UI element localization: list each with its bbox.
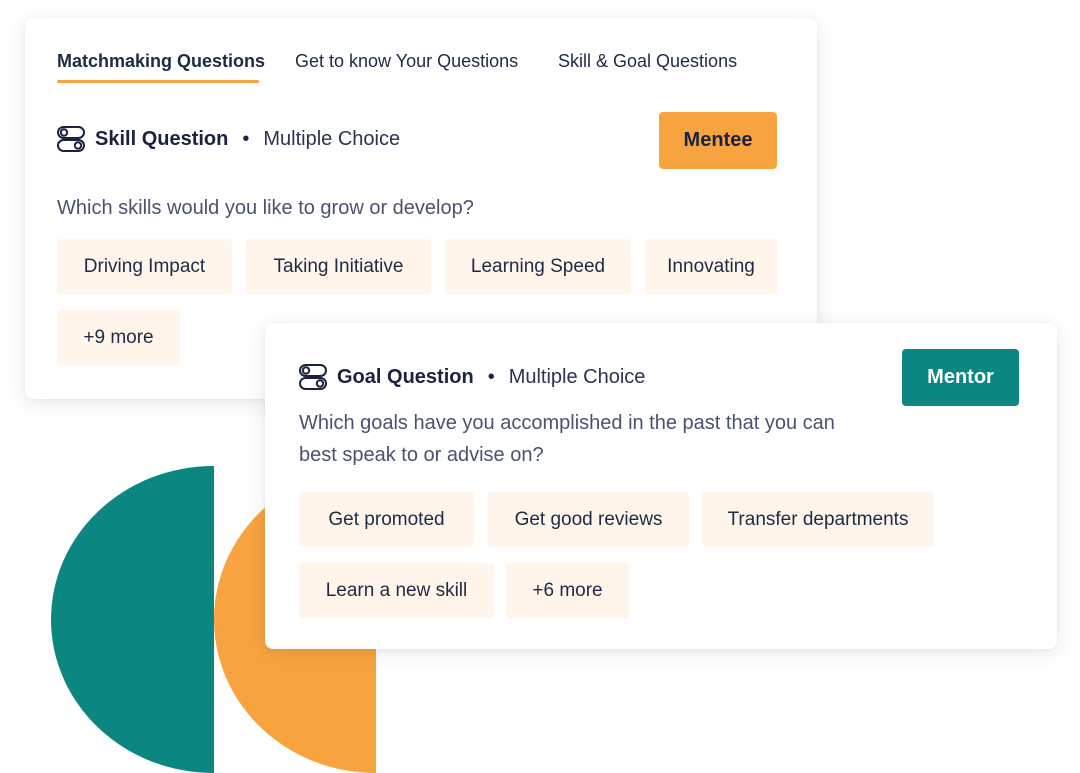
- tab-skill-goal-questions[interactable]: Skill & Goal Questions: [558, 51, 737, 82]
- mentor-button[interactable]: Mentor: [902, 349, 1019, 406]
- goal-question-header: Goal Question • Multiple Choice: [299, 364, 645, 390]
- skill-question-title: Skill Question: [95, 127, 229, 150]
- skill-question-header: Skill Question • Multiple Choice: [57, 126, 400, 152]
- goal-question-card: Goal Question • Multiple Choice Mentor W…: [265, 323, 1057, 649]
- goal-option-learn-new-skill[interactable]: Learn a new skill: [299, 563, 494, 618]
- skill-question-type: Multiple Choice: [263, 127, 401, 150]
- goal-option-transfer-departments[interactable]: Transfer departments: [702, 492, 934, 547]
- tab-get-to-know-your-questions[interactable]: Get to know Your Questions: [295, 51, 518, 82]
- goal-option-get-promoted[interactable]: Get promoted: [299, 492, 474, 547]
- goal-option-get-good-reviews[interactable]: Get good reviews: [488, 492, 689, 547]
- skill-option-learning-speed[interactable]: Learning Speed: [445, 239, 631, 294]
- separator-dot: •: [487, 365, 495, 388]
- toggle-icon: [299, 364, 327, 390]
- goal-option-more[interactable]: +6 more: [506, 563, 629, 618]
- skill-option-innovating[interactable]: Innovating: [645, 239, 777, 294]
- separator-dot: •: [242, 127, 250, 150]
- decorative-teal-half-circle: [51, 466, 214, 773]
- skill-option-driving-impact[interactable]: Driving Impact: [57, 239, 232, 294]
- skill-option-taking-initiative[interactable]: Taking Initiative: [246, 239, 431, 294]
- goal-question-text: Which goals have you accomplished in the…: [299, 407, 835, 471]
- goal-question-line-2: best speak to or advise on?: [299, 444, 544, 466]
- skill-question-text: Which skills would you like to grow or d…: [57, 197, 474, 219]
- mentee-button[interactable]: Mentee: [659, 112, 777, 169]
- skill-option-more[interactable]: +9 more: [57, 310, 180, 365]
- goal-question-title: Goal Question: [337, 365, 474, 388]
- goal-question-line-1: Which goals have you accomplished in the…: [299, 412, 835, 434]
- tab-matchmaking-questions[interactable]: Matchmaking Questions: [57, 51, 265, 82]
- toggle-icon: [57, 126, 85, 152]
- active-tab-indicator: [57, 80, 259, 83]
- goal-question-type: Multiple Choice: [508, 365, 646, 388]
